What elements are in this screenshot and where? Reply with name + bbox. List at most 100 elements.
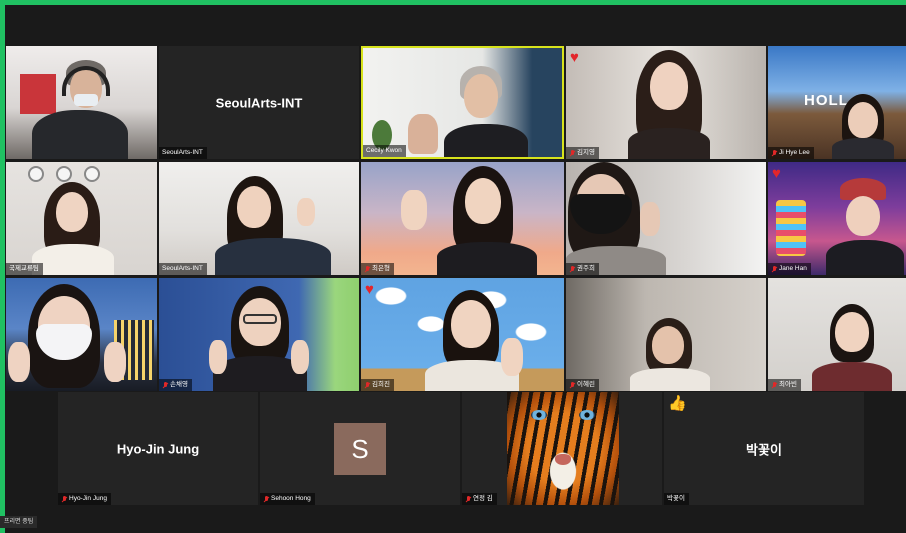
participant-label: 손채영 — [159, 379, 192, 391]
heart-reaction-icon: ♥ — [365, 281, 374, 298]
participant-label: 김희진 — [361, 379, 394, 391]
participant-label: Jane Han — [768, 263, 811, 275]
avatar: S — [334, 423, 386, 475]
video-tile[interactable] — [6, 46, 157, 159]
participant-figure — [614, 50, 724, 159]
participant-label: SeoulArts-INT — [159, 263, 207, 275]
video-feed — [159, 162, 359, 275]
video-tile[interactable]: SeoulArts-INT SeoulArts-INT — [159, 46, 359, 159]
video-tile[interactable]: HOLL Ji Hye Lee — [768, 46, 906, 159]
tiger-image — [507, 392, 619, 505]
video-feed — [6, 46, 157, 159]
muted-mic-icon — [364, 381, 370, 389]
participant-label: 연정 김 — [462, 493, 497, 505]
participant-name-display: 박꽃이 — [746, 442, 782, 457]
participant-label: 권주희 — [566, 263, 599, 275]
participant-label: Ji Hye Lee — [768, 147, 814, 159]
video-tile[interactable]: 권주희 — [566, 162, 766, 275]
participant-figure — [824, 178, 904, 275]
participant-figure — [401, 166, 551, 275]
muted-mic-icon — [364, 265, 370, 273]
face-mask — [74, 94, 98, 106]
self-view-label: 프리면 중팀 — [0, 516, 38, 528]
participant-label: SeoulArts-INT — [159, 147, 207, 159]
participant-figure — [372, 62, 528, 157]
video-tile[interactable]: 👍 박꽃이 박꽃이 — [664, 392, 864, 505]
colorful-background — [776, 200, 806, 256]
video-feed — [768, 278, 906, 391]
video-tile[interactable]: Hyo-Jin Jung Hyo-Jin Jung — [58, 392, 258, 505]
heart-reaction-icon: ♥ — [772, 165, 781, 182]
video-tile[interactable]: 최아빈 — [768, 278, 906, 391]
video-tile[interactable]: S Sehoon Hong — [260, 392, 460, 505]
participant-name-display: SeoulArts-INT — [215, 95, 303, 110]
peace-sign-hand — [640, 202, 660, 236]
video-feed — [6, 162, 157, 275]
muted-mic-icon — [771, 265, 777, 273]
muted-mic-icon — [569, 149, 575, 157]
peace-sign-hand — [8, 342, 30, 382]
peace-sign-hand — [209, 340, 227, 374]
muted-mic-icon — [263, 495, 269, 503]
participant-figure — [215, 176, 335, 275]
participant-label: Sehoon Hong — [260, 493, 315, 505]
muted-mic-icon — [569, 381, 575, 389]
participant-label: 최은형 — [361, 263, 394, 275]
muted-mic-icon — [61, 495, 67, 503]
video-tile[interactable]: ♥ 김지영 — [566, 46, 766, 159]
participant-label: 최아빈 — [768, 379, 801, 391]
peace-sign-hand — [104, 342, 126, 382]
wall-clock — [84, 166, 100, 182]
participant-label: Cecily Kwon — [363, 145, 406, 157]
tiger-eye — [579, 410, 595, 420]
video-feed: HOLL — [768, 46, 906, 159]
wall-clock — [56, 166, 72, 182]
participant-label: 국제교류팀 — [6, 263, 43, 275]
gallery-bottom-row: Hyo-Jin Jung Hyo-Jin Jung S Sehoon Hong … — [6, 392, 906, 505]
participant-name-display: Hyo-Jin Jung — [116, 441, 200, 456]
participant-label: Hyo-Jin Jung — [58, 493, 111, 505]
muted-mic-icon — [162, 381, 168, 389]
video-tile[interactable]: 손채영 — [159, 278, 359, 391]
peace-sign-hand — [291, 340, 309, 374]
participant-figure — [566, 162, 746, 275]
video-tile[interactable]: 이혜린 — [566, 278, 766, 391]
video-tile-active[interactable]: Cecily Kwon — [361, 46, 564, 159]
waving-hand — [408, 114, 438, 154]
video-tile[interactable]: ♥ Jane Han — [768, 162, 906, 275]
participant-label: 김지영 — [566, 147, 599, 159]
participant-figure — [199, 286, 319, 391]
video-feed — [566, 162, 766, 275]
peace-sign-hand — [401, 190, 427, 230]
muted-mic-icon — [465, 495, 471, 503]
tiger-eye — [531, 410, 547, 420]
participant-figure — [6, 284, 136, 391]
gallery-grid: SeoulArts-INT SeoulArts-INT Cecily Kwon … — [6, 46, 906, 392]
tiger-nose — [555, 454, 571, 465]
muted-mic-icon — [569, 265, 575, 273]
video-tile[interactable]: 최은형 — [361, 162, 564, 275]
video-tile[interactable]: 연정 김 — [462, 392, 662, 505]
video-feed — [159, 278, 359, 391]
participant-figure — [24, 182, 124, 275]
video-tile[interactable]: 국제교류팀 — [6, 162, 157, 275]
video-feed — [768, 162, 906, 275]
peace-sign-hand — [501, 338, 523, 376]
heart-reaction-icon: ♥ — [570, 49, 579, 66]
video-tile[interactable] — [6, 278, 157, 391]
participant-figure — [828, 94, 898, 159]
participant-label: 이혜린 — [566, 379, 599, 391]
participant-figure — [417, 290, 527, 391]
video-feed — [361, 278, 564, 391]
participant-figure — [24, 54, 134, 159]
video-feed — [361, 162, 564, 275]
video-feed — [566, 46, 766, 159]
video-tile[interactable]: ♥ 김희진 — [361, 278, 564, 391]
participant-label: 박꽃이 — [664, 493, 689, 505]
video-tile[interactable]: SeoulArts-INT — [159, 162, 359, 275]
video-feed — [363, 48, 562, 157]
video-feed — [6, 278, 157, 391]
thumbs-up-reaction-icon: 👍 — [668, 395, 687, 412]
muted-mic-icon — [771, 381, 777, 389]
muted-mic-icon — [771, 149, 777, 157]
